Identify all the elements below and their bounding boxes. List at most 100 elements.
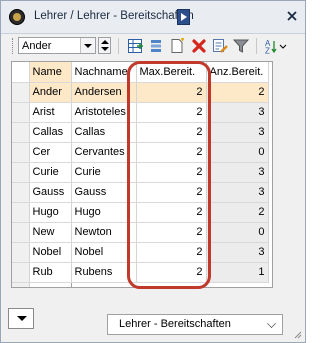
cell-nachname[interactable]: Aristoteles — [71, 102, 137, 123]
toolbar-grip[interactable] — [12, 38, 16, 54]
column-header-name[interactable]: Name — [29, 62, 72, 83]
cell-anz-bereit[interactable]: 3 — [206, 182, 269, 203]
cell-nachname[interactable]: Andersen — [71, 82, 137, 103]
row-header[interactable] — [12, 222, 30, 243]
row-header[interactable] — [12, 102, 30, 123]
new-row[interactable] — [12, 281, 268, 287]
svg-text:Z: Z — [265, 47, 270, 55]
table-row[interactable]: Hugo Hugo 2 2 — [12, 202, 269, 223]
cell-name[interactable]: New — [29, 222, 72, 243]
table-row[interactable]: Cer Cervantes 2 0 — [12, 142, 269, 163]
table-row[interactable]: Ander Andersen 2 2 — [12, 82, 269, 103]
app-icon[interactable] — [9, 9, 25, 25]
row-header[interactable] — [12, 202, 30, 223]
cell-anz-bereit[interactable]: 1 — [206, 262, 269, 283]
cell-nachname[interactable]: Gauss — [71, 182, 137, 203]
delete-icon[interactable] — [191, 38, 207, 54]
list-icon[interactable] — [148, 38, 164, 54]
cell-max-bereit[interactable]: 2 — [136, 102, 207, 123]
table-header-row: Name Nachname Max.Bereit. Anz.Bereit. — [12, 62, 269, 83]
cell-anz-bereit[interactable]: 2 — [206, 82, 269, 103]
row-header[interactable] — [12, 82, 30, 103]
cell-anz-bereit[interactable]: 2 — [206, 202, 269, 223]
cell-empty — [206, 282, 268, 287]
cell-nachname[interactable]: Curie — [71, 162, 137, 183]
view-select-value: Lehrer - Bereitschaften — [119, 318, 231, 330]
cell-max-bereit[interactable]: 2 — [136, 122, 207, 143]
grid-side-panel — [273, 61, 293, 288]
cell-name[interactable]: Cer — [29, 142, 72, 163]
cell-empty — [71, 282, 136, 287]
sort-icon[interactable]: A Z — [265, 38, 287, 54]
close-icon[interactable] — [284, 8, 300, 24]
resize-grip-icon[interactable] — [292, 329, 302, 339]
title-bar: Lehrer / Lehrer - Bereitschaften — [1, 1, 305, 34]
table-row[interactable]: Arist Aristoteles 2 3 — [12, 102, 269, 123]
cell-nachname[interactable]: Nobel — [71, 242, 137, 263]
cell-max-bereit[interactable]: 2 — [136, 182, 207, 203]
table-row[interactable]: New Newton 2 0 — [12, 222, 269, 243]
record-spinner[interactable] — [98, 37, 111, 54]
view-select[interactable]: Lehrer - Bereitschaften — [107, 314, 283, 335]
row-header[interactable] — [12, 262, 30, 283]
table-row[interactable]: Callas Callas 2 3 — [12, 122, 269, 143]
chevron-down-icon[interactable] — [80, 38, 95, 53]
cell-max-bereit[interactable]: 2 — [136, 222, 207, 243]
cell-empty — [136, 282, 206, 287]
cell-max-bereit[interactable]: 2 — [136, 142, 207, 163]
table-row[interactable]: Curie Curie 2 3 — [12, 162, 269, 183]
cell-name[interactable]: Callas — [29, 122, 72, 143]
cell-max-bereit[interactable]: 2 — [136, 242, 207, 263]
column-header-max-bereit[interactable]: Max.Bereit. — [136, 62, 207, 83]
cell-anz-bereit[interactable]: 3 — [206, 242, 269, 263]
cell-nachname[interactable]: Rubens — [71, 262, 137, 283]
cell-nachname[interactable]: Callas — [71, 122, 137, 143]
cell-anz-bereit[interactable]: 0 — [206, 142, 269, 163]
cell-name-empty[interactable] — [28, 281, 72, 287]
cell-name[interactable]: Curie — [29, 162, 72, 183]
cell-anz-bereit[interactable]: 0 — [206, 222, 269, 243]
cell-name[interactable]: Rub — [29, 262, 72, 283]
row-header[interactable] — [12, 162, 30, 183]
toolbar-separator — [118, 38, 119, 54]
column-header-anz-bereit[interactable]: Anz.Bereit. — [206, 62, 269, 83]
new-document-icon[interactable] — [169, 38, 185, 54]
edit-form-icon[interactable] — [212, 38, 228, 54]
cell-max-bereit[interactable]: 2 — [136, 202, 207, 223]
cell-nachname[interactable]: Hugo — [71, 202, 137, 223]
standby-table: Name Nachname Max.Bereit. Anz.Bereit. An… — [12, 62, 269, 287]
toolbar: Ander A Z — [1, 34, 305, 58]
column-header-nachname[interactable]: Nachname — [71, 62, 137, 83]
row-header[interactable] — [12, 282, 30, 287]
row-header-corner — [12, 62, 30, 83]
cell-name[interactable]: Arist — [29, 102, 72, 123]
cell-anz-bereit[interactable]: 3 — [206, 122, 269, 143]
cell-max-bereit[interactable]: 2 — [136, 82, 207, 103]
cell-name[interactable]: Nobel — [29, 242, 72, 263]
table-row[interactable]: Nobel Nobel 2 3 — [12, 242, 269, 263]
window: Lehrer / Lehrer - Bereitschaften Ander A… — [0, 0, 306, 343]
table-row[interactable]: Rub Rubens 2 1 — [12, 262, 269, 283]
cell-nachname[interactable]: Cervantes — [71, 142, 137, 163]
options-dropdown-button[interactable] — [8, 308, 34, 329]
table-row[interactable]: Gauss Gauss 2 3 — [12, 182, 269, 203]
chevron-down-icon[interactable] — [267, 319, 276, 328]
window-title: Lehrer / Lehrer - Bereitschaften — [34, 10, 194, 22]
teacher-select[interactable]: Ander — [18, 37, 96, 54]
expand-arrow-icon[interactable] — [177, 9, 190, 25]
cell-name[interactable]: Ander — [29, 82, 72, 103]
teacher-grid: Name Nachname Max.Bereit. Anz.Bereit. An… — [11, 61, 273, 288]
cell-nachname[interactable]: Newton — [71, 222, 137, 243]
row-header[interactable] — [12, 142, 30, 163]
cell-anz-bereit[interactable]: 3 — [206, 102, 269, 123]
row-header[interactable] — [12, 242, 30, 263]
filter-icon[interactable] — [233, 38, 249, 54]
row-header[interactable] — [12, 182, 30, 203]
cell-name[interactable]: Hugo — [29, 202, 72, 223]
cell-max-bereit[interactable]: 2 — [136, 262, 207, 283]
new-record-icon[interactable] — [127, 38, 143, 54]
cell-name[interactable]: Gauss — [29, 182, 72, 203]
row-header[interactable] — [12, 122, 30, 143]
cell-max-bereit[interactable]: 2 — [136, 162, 207, 183]
cell-anz-bereit[interactable]: 3 — [206, 162, 269, 183]
